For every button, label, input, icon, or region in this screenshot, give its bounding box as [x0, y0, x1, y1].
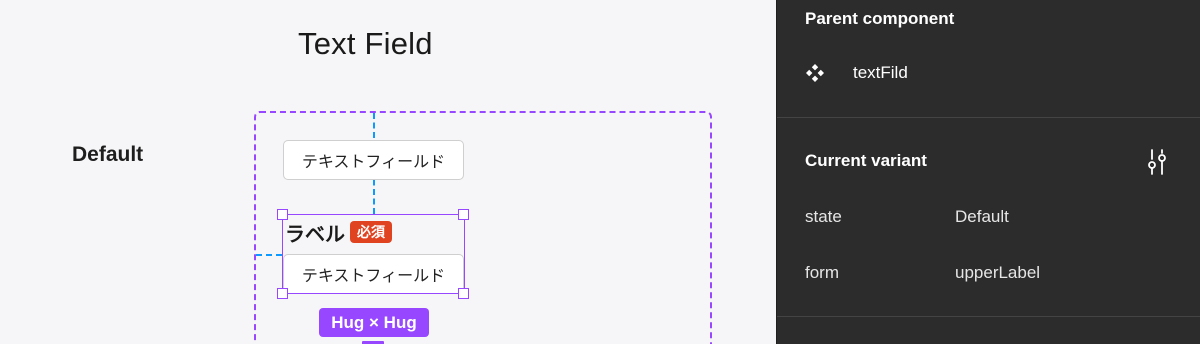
textfield-placeholder: テキストフィールド: [301, 154, 446, 171]
frame-title: Text Field: [298, 26, 433, 61]
adjust-sliders-icon[interactable]: [1144, 147, 1170, 177]
property-value-form[interactable]: upperLabel: [955, 263, 1040, 283]
panel-divider: [777, 316, 1200, 317]
property-value-state[interactable]: Default: [955, 207, 1009, 227]
variant-row-label: Default: [72, 143, 144, 166]
properties-panel: Parent component textFild Current varian…: [776, 0, 1200, 344]
resize-handle-bottom-left[interactable]: [277, 288, 288, 299]
component-icon: [806, 64, 824, 82]
design-canvas[interactable]: Text Field Default テキストフィールド ラベル 必須 テキスト…: [0, 0, 776, 344]
property-key-state: state: [805, 207, 842, 226]
panel-divider: [777, 117, 1200, 118]
size-badge: Hug × Hug: [319, 308, 429, 337]
parent-component-link[interactable]: textFild: [853, 63, 908, 83]
current-variant-heading: Current variant: [805, 151, 927, 170]
spacing-guide-horizontal: [256, 254, 282, 256]
resize-handle-top-right[interactable]: [458, 209, 469, 220]
selection-box[interactable]: [282, 214, 465, 294]
property-key-form: form: [805, 263, 839, 282]
resize-handle-top-left[interactable]: [277, 209, 288, 220]
resize-handle-bottom-right[interactable]: [458, 288, 469, 299]
parent-component-heading: Parent component: [805, 9, 955, 28]
textfield-variant-default[interactable]: テキストフィールド: [283, 140, 464, 180]
